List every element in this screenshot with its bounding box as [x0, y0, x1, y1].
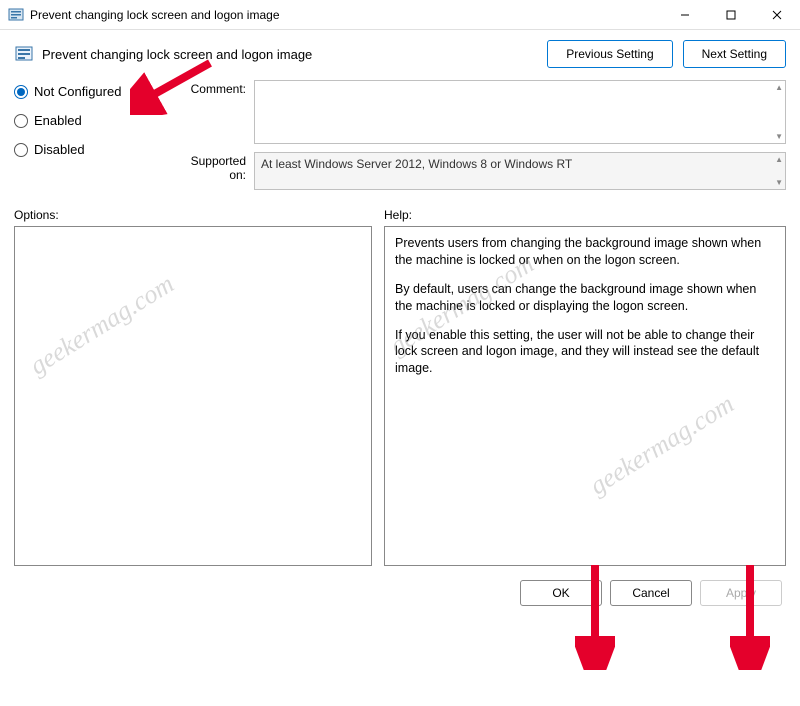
- radio-disabled[interactable]: Disabled: [14, 142, 164, 157]
- minimize-button[interactable]: [662, 0, 708, 30]
- config-section: Not Configured Enabled Disabled Comment:…: [0, 72, 800, 198]
- header-row: Prevent changing lock screen and logon i…: [0, 30, 800, 72]
- apply-button[interactable]: Apply: [700, 580, 782, 606]
- gpedit-icon: [8, 7, 24, 23]
- radio-label: Enabled: [34, 113, 82, 128]
- supported-text: At least Windows Server 2012, Windows 8 …: [261, 157, 572, 171]
- help-paragraph: By default, users can change the backgro…: [395, 281, 775, 315]
- lower-labels: Options: Help:: [0, 198, 800, 226]
- radio-indicator-icon: [14, 114, 28, 128]
- titlebar: Prevent changing lock screen and logon i…: [0, 0, 800, 30]
- policy-icon: [14, 44, 34, 64]
- radio-indicator-icon: [14, 85, 28, 99]
- scroll-up-icon[interactable]: ▲: [775, 155, 783, 164]
- comment-label: Comment:: [176, 80, 254, 96]
- scroll-up-icon[interactable]: ▲: [775, 83, 783, 92]
- help-panel: Prevents users from changing the backgro…: [384, 226, 786, 566]
- scroll-down-icon[interactable]: ▼: [775, 178, 783, 187]
- window-controls: [662, 0, 800, 30]
- help-paragraph: Prevents users from changing the backgro…: [395, 235, 775, 269]
- state-radio-group: Not Configured Enabled Disabled: [14, 80, 164, 198]
- options-label: Options:: [14, 208, 384, 222]
- supported-label: Supported on:: [176, 152, 254, 182]
- close-button[interactable]: [754, 0, 800, 30]
- radio-enabled[interactable]: Enabled: [14, 113, 164, 128]
- radio-indicator-icon: [14, 143, 28, 157]
- scroll-down-icon[interactable]: ▼: [775, 132, 783, 141]
- radio-not-configured[interactable]: Not Configured: [14, 84, 164, 99]
- previous-setting-button[interactable]: Previous Setting: [547, 40, 672, 68]
- nav-buttons: Previous Setting Next Setting: [547, 40, 786, 68]
- radio-label: Not Configured: [34, 84, 121, 99]
- panels-row: Prevents users from changing the backgro…: [0, 226, 800, 566]
- help-label: Help:: [384, 208, 412, 222]
- ok-button[interactable]: OK: [520, 580, 602, 606]
- fields-column: Comment: ▲ ▼ Supported on: At least Wind…: [176, 80, 786, 198]
- help-paragraph: If you enable this setting, the user wil…: [395, 327, 775, 378]
- window-title: Prevent changing lock screen and logon i…: [30, 8, 662, 22]
- comment-row: Comment: ▲ ▼: [176, 80, 786, 144]
- maximize-button[interactable]: [708, 0, 754, 30]
- page-title: Prevent changing lock screen and logon i…: [42, 47, 312, 62]
- cancel-button[interactable]: Cancel: [610, 580, 692, 606]
- comment-input[interactable]: ▲ ▼: [254, 80, 786, 144]
- dialog-buttons: OK Cancel Apply: [0, 566, 800, 606]
- radio-label: Disabled: [34, 142, 85, 157]
- supported-row: Supported on: At least Windows Server 20…: [176, 152, 786, 190]
- next-setting-button[interactable]: Next Setting: [683, 40, 786, 68]
- options-panel: [14, 226, 372, 566]
- supported-text-box: At least Windows Server 2012, Windows 8 …: [254, 152, 786, 190]
